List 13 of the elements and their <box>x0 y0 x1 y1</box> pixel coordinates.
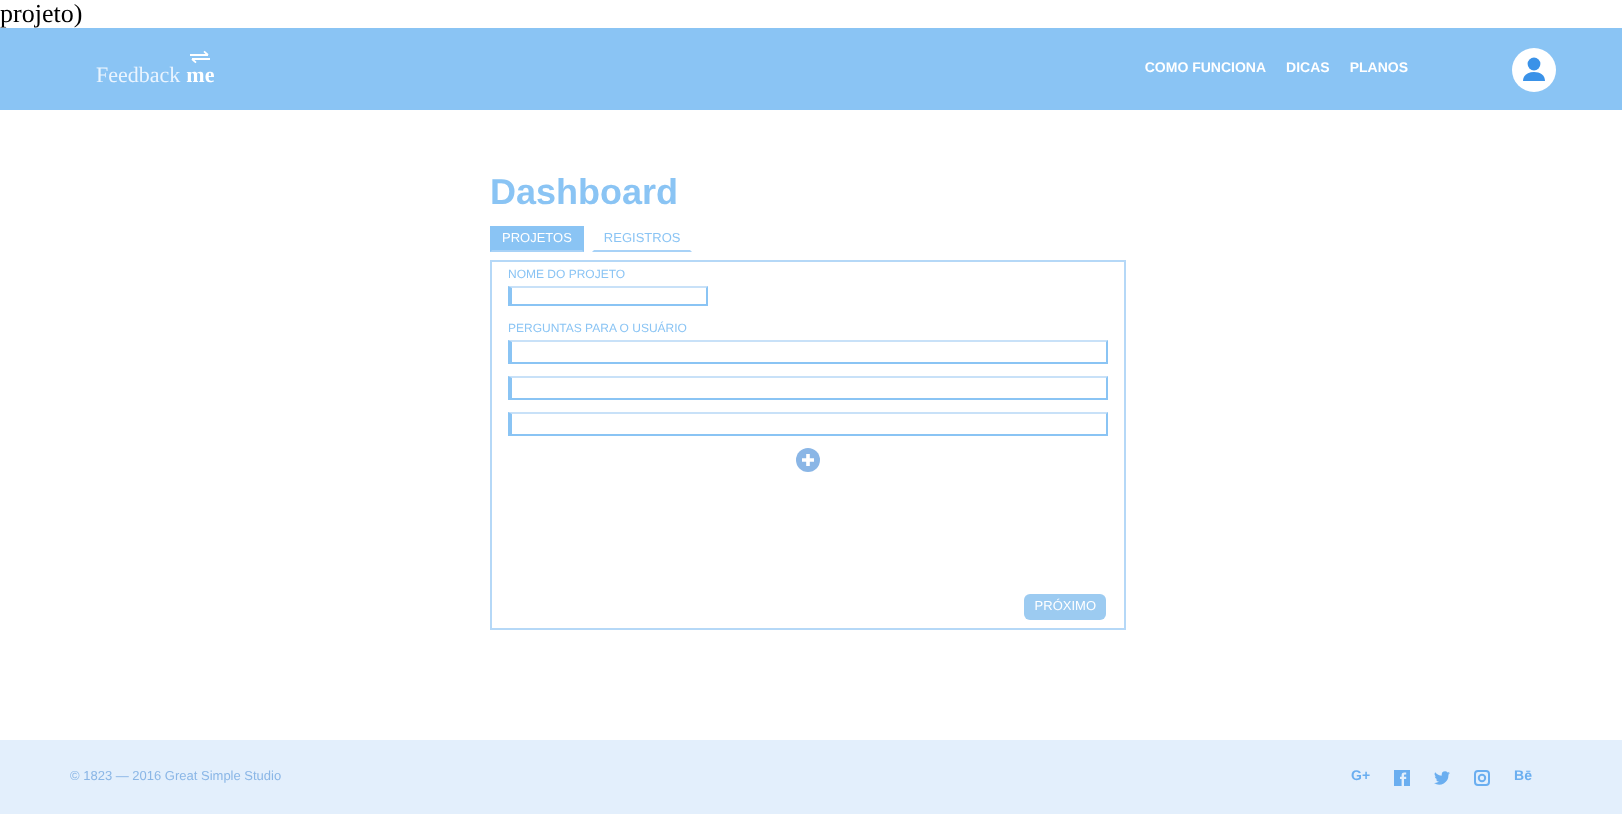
camera-icon[interactable] <box>1474 769 1491 785</box>
question-field[interactable] <box>508 376 1108 400</box>
project-name-field[interactable] <box>508 286 708 306</box>
question-field[interactable] <box>508 412 1108 436</box>
add-icon[interactable] <box>796 448 820 472</box>
question-field[interactable] <box>508 340 1108 364</box>
page-title: Dashboard <box>490 170 681 214</box>
caption-text: projeto) <box>0 0 83 28</box>
logo[interactable]: Feedback me <box>96 50 215 88</box>
arrows-icon <box>188 50 213 64</box>
user-avatar-icon[interactable] <box>1512 47 1556 91</box>
facebook-icon[interactable] <box>1394 769 1411 785</box>
bird-icon[interactable] <box>1434 769 1451 785</box>
